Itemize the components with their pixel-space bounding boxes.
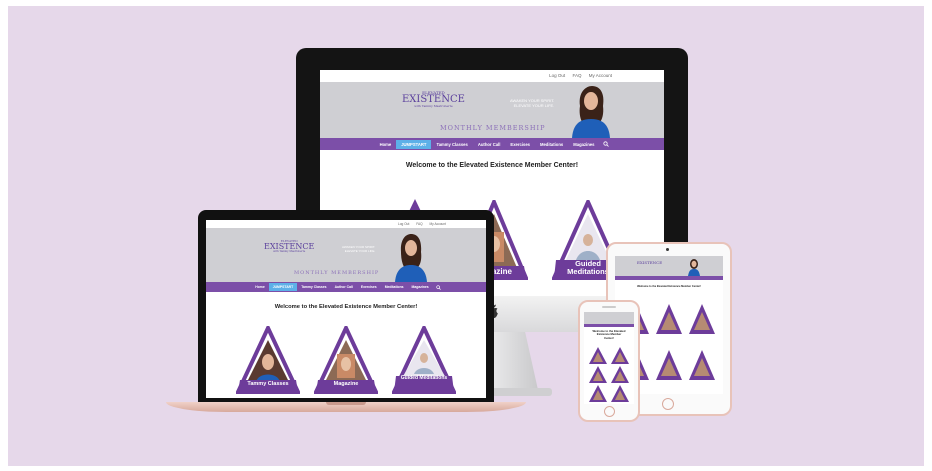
link-faq[interactable]: FAQ: [572, 73, 581, 78]
phone-speaker: [602, 306, 616, 308]
laptop-tile-magazine-label: Magazine: [333, 381, 359, 387]
laptop-search-icon[interactable]: [436, 284, 441, 290]
nav-home[interactable]: Home: [375, 140, 397, 149]
laptop-notch: [326, 402, 366, 405]
tablet-main-nav: [615, 276, 723, 280]
phone-header-banner: [584, 312, 634, 324]
link-log-out[interactable]: Log Out: [549, 73, 565, 78]
laptop-host-portrait: [395, 234, 427, 282]
phone: Welcome to the Elevated Existence Member…: [578, 300, 640, 422]
laptop-main-nav: Home JUMPSTART Tammy Classes Author Call…: [206, 282, 486, 292]
nav-author-call[interactable]: Author Call: [473, 140, 506, 149]
nav-tammy-classes[interactable]: Tammy Classes: [431, 140, 472, 149]
site-logo[interactable]: ELEVATED EXISTENCE with Tammy Mastrobert…: [402, 91, 465, 108]
tagline: AWAKEN YOUR SPIRIT. ELEVATE YOUR LIFE.: [510, 98, 554, 108]
tablet-logo-main: EXISTENCE: [637, 260, 663, 265]
nav-meditations[interactable]: Meditations: [535, 140, 568, 149]
tablet-header-banner: EXISTENCE: [615, 256, 723, 276]
tablet-site-logo[interactable]: EXISTENCE: [637, 261, 662, 265]
laptop-tagline: AWAKEN YOUR SPIRIT. ELEVATE YOUR LIFE.: [342, 245, 376, 254]
laptop-welcome-heading: Welcome to the Elevated Existence Member…: [274, 304, 418, 310]
phone-home-button[interactable]: [604, 406, 615, 417]
host-portrait: [572, 86, 610, 138]
logo-sub: with Tammy Mastroberte: [414, 104, 453, 108]
laptop-nav-tammy-classes[interactable]: Tammy Classes: [297, 283, 330, 291]
product-mockup-scene: Log Out FAQ My Account ELEVATED EXISTENC…: [8, 6, 924, 466]
laptop-screen: Log Out FAQ My Account ELEVATED EXISTENC…: [206, 220, 486, 398]
nav-magazines[interactable]: Magazines: [568, 140, 599, 149]
laptop-link-log-out[interactable]: Log Out: [398, 222, 409, 226]
phone-welcome-heading: Welcome to the Elevated Existence Member…: [584, 329, 634, 340]
laptop-nav-home[interactable]: Home: [251, 283, 268, 291]
laptop-link-my-account[interactable]: My Account: [430, 222, 446, 226]
laptop-header-banner: ELEVATED EXISTENCE with Tammy Mastrobert…: [206, 228, 486, 282]
topbar: Log Out FAQ My Account: [320, 70, 664, 82]
nav-exercises[interactable]: Exercises: [505, 140, 535, 149]
laptop-logo-sub: with Tammy Mastroberte: [273, 250, 306, 253]
phone-main-nav: [584, 324, 634, 327]
laptop: Log Out FAQ My Account ELEVATED EXISTENC…: [166, 210, 526, 416]
laptop-site-logo[interactable]: ELEVATED EXISTENCE with Tammy Mastrobert…: [264, 240, 314, 254]
laptop-tile-tammy-classes-label: Tammy Classes: [247, 381, 289, 387]
main-nav: Home JUMPSTART Tammy Classes Author Call…: [320, 138, 664, 150]
search-icon[interactable]: [603, 141, 610, 147]
tablet-home-button[interactable]: [662, 398, 674, 410]
laptop-nav-author-call[interactable]: Author Call: [331, 283, 357, 291]
tagline-line-2: ELEVATE YOUR LIFE.: [513, 103, 555, 108]
phone-tile-grid[interactable]: [587, 346, 631, 402]
laptop-tile-guided-meditations-label: Guided Meditations: [400, 375, 448, 381]
phone-screen: Welcome to the Elevated Existence Member…: [584, 312, 634, 404]
tablet-welcome-heading: Welcome to the Elevated Existence Member…: [637, 285, 701, 288]
link-my-account[interactable]: My Account: [589, 73, 612, 78]
laptop-nav-exercises[interactable]: Exercises: [357, 283, 381, 291]
laptop-nav-magazines[interactable]: Magazines: [408, 283, 433, 291]
tablet-host-portrait: [688, 259, 700, 276]
laptop-nav-meditations[interactable]: Meditations: [381, 283, 408, 291]
welcome-heading: Welcome to the Elevated Existence Member…: [405, 162, 579, 169]
phone-welcome-line-3: Center!: [604, 335, 614, 340]
laptop-nav-jumpstart[interactable]: JUMPSTART: [268, 283, 298, 291]
header-banner: ELEVATED EXISTENCE with Tammy Mastrobert…: [320, 82, 664, 138]
tablet-camera: [666, 248, 669, 251]
laptop-tile-guided-meditations[interactable]: [392, 326, 456, 394]
nav-jumpstart[interactable]: JUMPSTART: [396, 139, 432, 149]
laptop-tagline-line-2: ELEVATE YOUR LIFE.: [344, 248, 376, 253]
membership-title: MONTHLY MEMBERSHIP: [440, 124, 546, 132]
laptop-link-faq[interactable]: FAQ: [416, 222, 422, 226]
laptop-topbar: Log Out FAQ My Account: [206, 220, 486, 228]
laptop-membership-title: MONTHLY MEMBERSHIP: [294, 270, 380, 276]
